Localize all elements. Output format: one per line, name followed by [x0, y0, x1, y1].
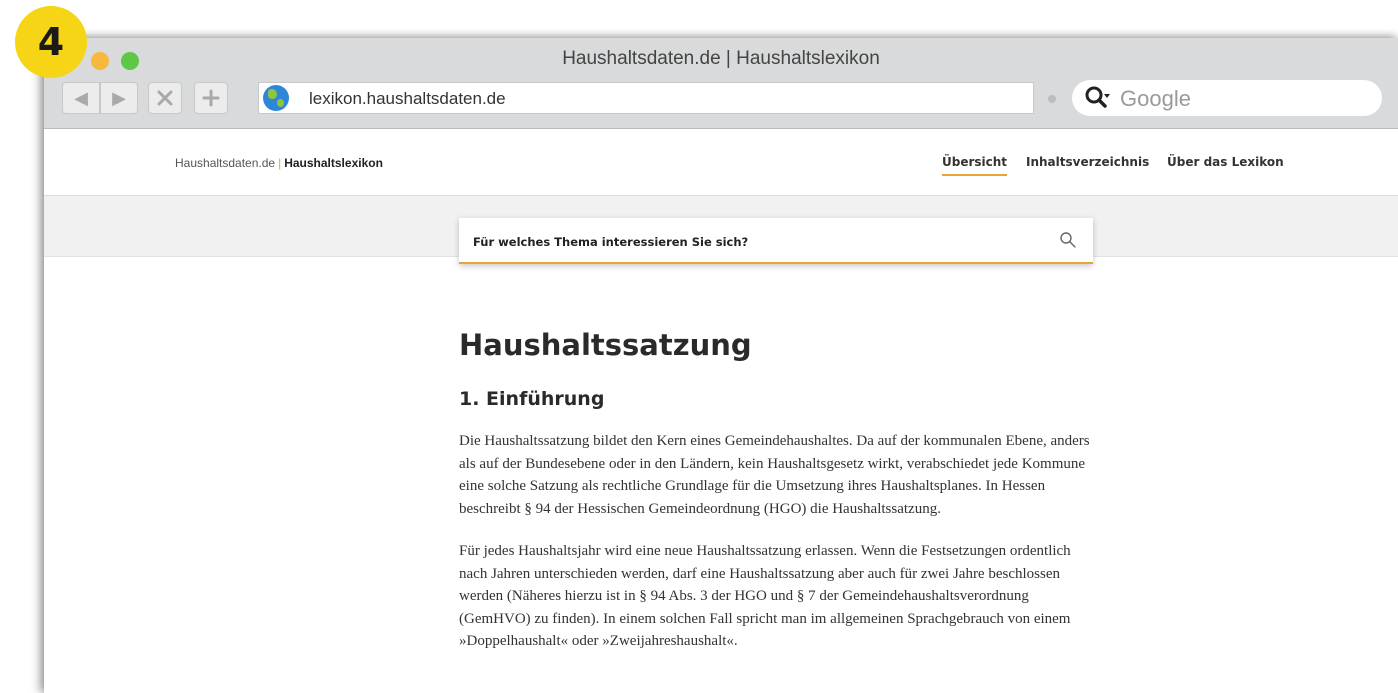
search-icon [1085, 86, 1110, 108]
section-heading: 1. Einführung [459, 388, 605, 410]
plus-icon [202, 89, 220, 107]
article: Haushaltssatzung 1. Einführung Die Haush… [459, 328, 1099, 653]
site-header: Haushaltsdaten.de | Haushaltslexikon Übers… [44, 129, 1398, 196]
brand-prefix: Haushaltsdaten.de [175, 156, 276, 170]
window-title: Haushaltsdaten.de | Haushaltslexikon [562, 48, 880, 69]
article-paragraph: Die Haushaltssatzung bildet den Kern ein… [459, 433, 1090, 517]
back-button[interactable]: ◀ [62, 82, 100, 114]
browser-window: Haushaltsdaten.de | Haushaltslexikon ◀ ▶… [44, 38, 1398, 693]
topic-search-placeholder: Für welches Thema interessieren Sie sich… [473, 235, 749, 249]
site-brand[interactable]: Haushaltsdaten.de | Haushaltslexikon [175, 156, 383, 170]
url-text: lexikon.haushaltsdaten.de [309, 89, 506, 108]
brand-separator: | [278, 156, 282, 170]
topic-search-input[interactable]: Für welches Thema interessieren Sie sich… [459, 218, 1093, 264]
new-tab-button[interactable] [194, 82, 228, 114]
search-icon[interactable] [1059, 231, 1077, 249]
nav-link-inhaltsverzeichnis[interactable]: Inhaltsverzeichnis [1026, 155, 1149, 174]
nav-link-ueber-das-lexikon[interactable]: Über das Lexikon [1167, 155, 1284, 174]
article-paragraph: Für jedes Haushaltsjahr wird eine neue H… [459, 543, 1071, 649]
step-badge: 4 [15, 6, 87, 78]
forward-button[interactable]: ▶ [100, 82, 138, 114]
address-bar[interactable]: lexikon.haushaltsdaten.de [258, 82, 1034, 114]
brand-name: Haushaltslexikon [284, 156, 383, 170]
article-title: Haushaltssatzung [459, 328, 752, 362]
browser-toolbar: Haushaltsdaten.de | Haushaltslexikon ◀ ▶… [44, 38, 1398, 129]
browser-search-placeholder: Google [1120, 86, 1191, 111]
status-dot [1048, 95, 1056, 103]
stop-button[interactable] [148, 82, 182, 114]
nav-link-uebersicht[interactable]: Übersicht [942, 155, 1008, 176]
forward-arrow-icon: ▶ [112, 87, 126, 108]
browser-search-field[interactable]: Google [1072, 80, 1382, 116]
close-icon [157, 90, 173, 106]
back-arrow-icon: ◀ [74, 87, 88, 108]
globe-icon [263, 85, 289, 111]
